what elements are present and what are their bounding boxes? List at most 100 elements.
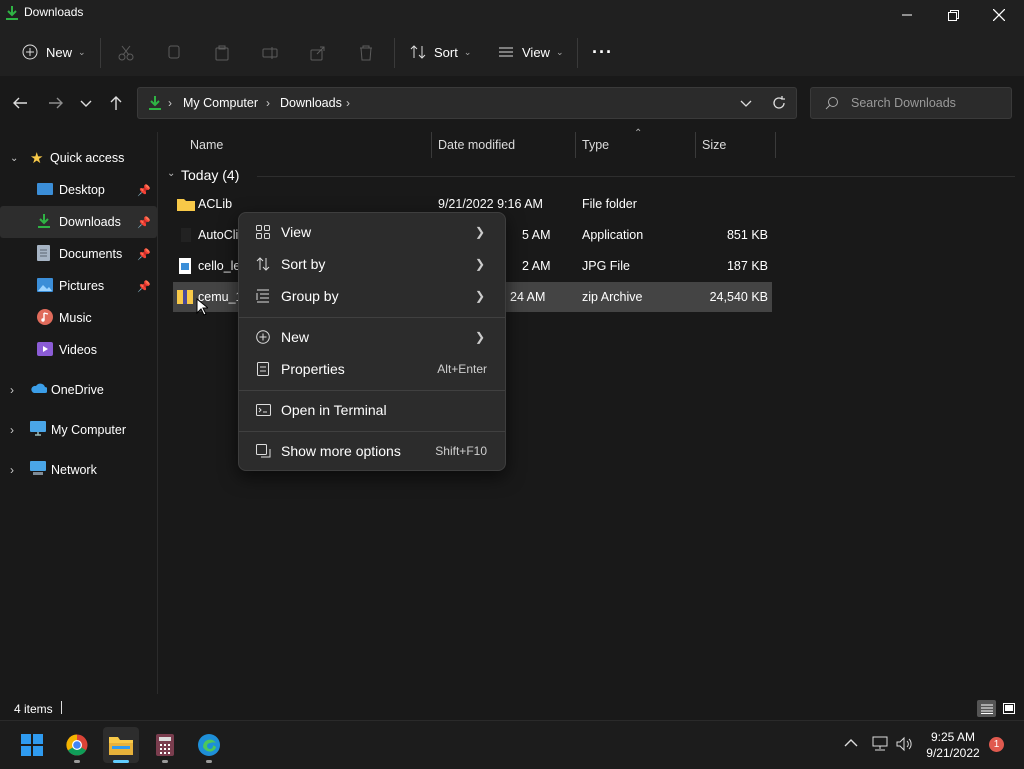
file-type: Application <box>582 228 644 242</box>
chevron-down-icon[interactable] <box>740 97 752 112</box>
refresh-icon[interactable] <box>772 96 786 113</box>
new-label: New <box>46 44 73 60</box>
sidebar-item-quick-access[interactable]: ⌄ ★ Quick access <box>0 142 157 174</box>
pin-icon: 📌 <box>137 248 151 261</box>
clock[interactable]: 9:25 AM 9/21/2022 <box>919 729 987 761</box>
column-header-date[interactable]: Date modified <box>438 132 515 158</box>
search-input[interactable]: Search Downloads <box>810 87 1012 119</box>
column-divider[interactable] <box>695 132 696 158</box>
start-button[interactable] <box>14 727 50 763</box>
navigation-pane: ⌄ ★ Quick access Desktop 📌 Downloads 📌 D… <box>0 132 158 694</box>
share-icon[interactable] <box>308 43 328 63</box>
chevron-right-icon: › <box>10 383 14 397</box>
file-size: 187 KB <box>726 259 768 273</box>
toolbar-divider <box>394 38 395 68</box>
cloud-icon <box>30 383 51 397</box>
notification-badge[interactable]: 1 <box>989 737 1004 752</box>
breadcrumb-downloads[interactable]: Downloads <box>280 96 342 110</box>
group-header[interactable]: ⌄ Today (4) <box>167 166 1017 186</box>
properties-icon <box>255 361 271 377</box>
calculator-icon[interactable] <box>147 727 183 763</box>
rename-icon[interactable] <box>260 43 280 63</box>
pin-icon: 📌 <box>137 216 151 229</box>
pin-icon: 📌 <box>137 280 151 293</box>
title-bar: Downloads <box>0 0 1024 30</box>
menu-item-view[interactable]: View ❯ <box>243 217 501 247</box>
running-indicator <box>162 760 168 763</box>
recent-chevron-icon[interactable] <box>79 96 93 113</box>
menu-item-show-more-options[interactable]: Show more options Shift+F10 <box>243 436 501 466</box>
details-view-button[interactable] <box>977 700 996 717</box>
forward-arrow-icon[interactable] <box>48 95 64 114</box>
sidebar-item-network[interactable]: › Network <box>0 454 157 486</box>
tiles-view-button[interactable] <box>1000 700 1018 717</box>
sidebar-item-my-computer[interactable]: › My Computer <box>0 414 157 446</box>
column-header-name[interactable]: Name <box>190 132 223 158</box>
plus-circle-icon <box>255 329 271 345</box>
menu-item-group-by[interactable]: Group by ❯ <box>243 281 501 311</box>
column-divider[interactable] <box>775 132 776 158</box>
file-type: File folder <box>582 197 637 211</box>
menu-item-new[interactable]: New ❯ <box>243 322 501 352</box>
sidebar-item-documents[interactable]: Documents 📌 <box>0 238 157 270</box>
menu-item-sort-by[interactable]: Sort by ❯ <box>243 249 501 279</box>
chevron-right-icon: › <box>168 96 172 110</box>
chrome-icon[interactable] <box>59 727 95 763</box>
chevron-down-icon: ⌄ <box>78 46 86 57</box>
menu-item-label: Open in Terminal <box>281 402 387 418</box>
column-divider[interactable] <box>431 132 432 158</box>
search-icon <box>825 96 839 113</box>
column-divider[interactable] <box>575 132 576 158</box>
network-icon[interactable] <box>871 736 889 755</box>
breadcrumb-my-computer[interactable]: My Computer <box>183 96 258 110</box>
sidebar-item-pictures[interactable]: Pictures 📌 <box>0 270 157 302</box>
file-explorer-icon[interactable] <box>103 727 139 763</box>
up-arrow-icon[interactable] <box>108 95 124 114</box>
more-options-button[interactable]: ··· <box>592 42 613 63</box>
sort-indicator-icon: ⌃ <box>634 128 643 139</box>
chevron-right-icon: ❯ <box>474 289 485 303</box>
cut-icon[interactable] <box>116 43 136 63</box>
paste-icon[interactable] <box>212 43 232 63</box>
sidebar-item-downloads[interactable]: Downloads 📌 <box>0 206 157 238</box>
search-placeholder: Search Downloads <box>851 96 956 110</box>
chevron-right-icon: ❯ <box>474 330 485 344</box>
close-button[interactable] <box>976 0 1022 30</box>
copy-icon[interactable] <box>164 43 184 63</box>
file-date: 24 AM <box>510 290 546 304</box>
column-header-size[interactable]: Size <box>702 132 726 158</box>
edge-icon[interactable] <box>191 727 227 763</box>
menu-item-properties[interactable]: Properties Alt+Enter <box>243 354 501 384</box>
sidebar-item-label: Pictures <box>59 279 105 293</box>
desktop-icon <box>37 182 59 198</box>
folder-icon <box>177 189 195 219</box>
sidebar-item-music[interactable]: Music <box>0 302 157 334</box>
more-options-icon <box>255 443 271 459</box>
address-bar[interactable]: › My Computer › Downloads › <box>137 87 797 119</box>
chevron-down-icon: ⌄ <box>167 168 176 179</box>
sidebar-item-label: Desktop <box>59 183 105 197</box>
chevron-down-icon: ⌄ <box>10 152 19 164</box>
new-button[interactable]: New ⌄ <box>20 42 86 62</box>
view-label: View <box>522 44 550 60</box>
menu-item-open-in-terminal[interactable]: Open in Terminal <box>243 395 501 425</box>
volume-icon[interactable] <box>895 736 913 755</box>
file-name: AutoCli <box>198 228 239 242</box>
column-header-type[interactable]: Type <box>582 132 609 158</box>
restore-button[interactable] <box>930 0 976 30</box>
sidebar-item-onedrive[interactable]: › OneDrive <box>0 374 157 406</box>
chevron-right-icon: ❯ <box>474 225 485 239</box>
minimize-button[interactable] <box>884 0 930 30</box>
sort-button[interactable]: Sort ⌄ <box>408 42 471 62</box>
sidebar-item-videos[interactable]: Videos <box>0 334 157 366</box>
downloads-icon <box>37 213 59 232</box>
sidebar-item-desktop[interactable]: Desktop 📌 <box>0 174 157 206</box>
view-button[interactable]: View ⌄ <box>496 42 564 62</box>
back-arrow-icon[interactable] <box>12 95 28 114</box>
pin-icon: 📌 <box>137 184 151 197</box>
menu-divider <box>239 390 505 391</box>
list-view-icon <box>496 42 516 62</box>
grid-icon <box>255 224 271 240</box>
chevron-up-icon[interactable] <box>844 737 858 752</box>
delete-icon[interactable] <box>356 43 376 63</box>
